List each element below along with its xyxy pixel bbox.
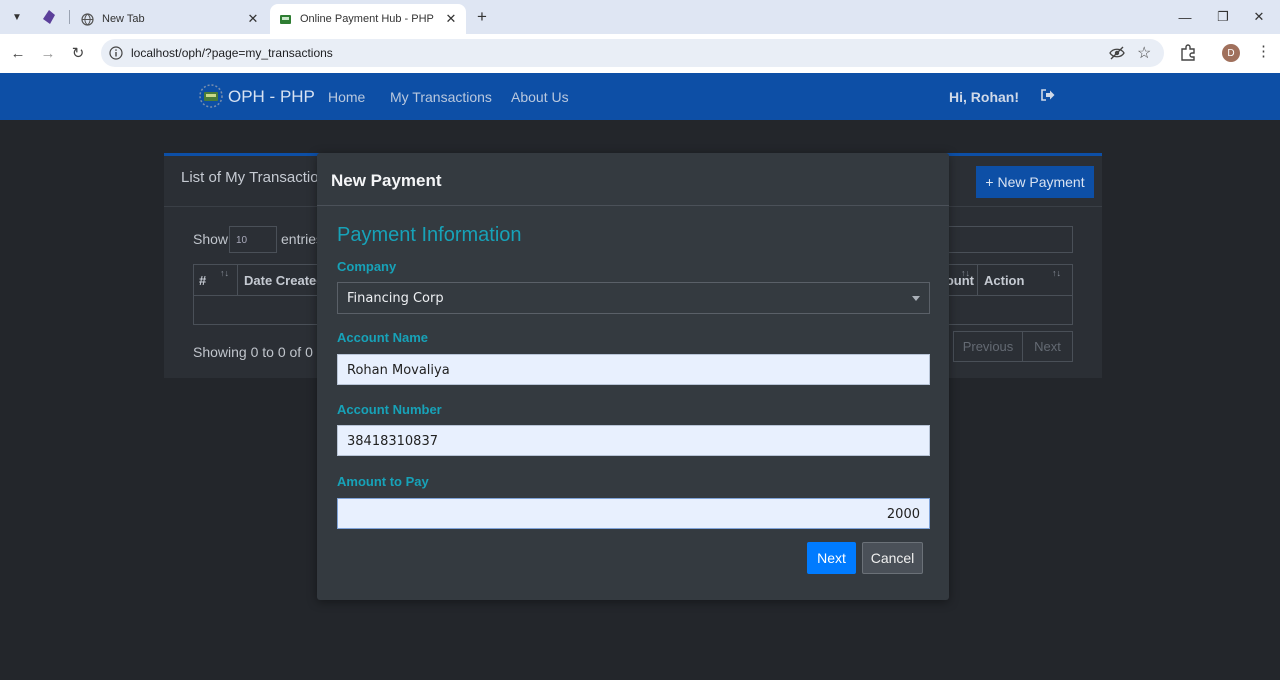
payment-information-heading: Payment Information bbox=[337, 224, 522, 246]
new-payment-modal: New Payment Payment Information Company … bbox=[317, 153, 949, 600]
tab-online-payment-hub[interactable]: Online Payment Hub - PHP ✕ bbox=[270, 4, 466, 34]
new-payment-button[interactable]: + New Payment bbox=[976, 166, 1094, 198]
card-title: List of My Transactions bbox=[181, 169, 335, 186]
table-search-input[interactable] bbox=[946, 226, 1073, 253]
column-header-action[interactable]: Action bbox=[984, 273, 1024, 288]
nav-link-about-us[interactable]: About Us bbox=[511, 89, 569, 105]
account-name-input[interactable]: Rohan Movaliya bbox=[337, 354, 930, 385]
tab-new-tab[interactable]: New Tab ✕ bbox=[72, 4, 268, 34]
new-tab-plus-icon[interactable]: + bbox=[472, 7, 492, 27]
column-header-date-created[interactable]: Date Created bbox=[244, 273, 324, 288]
amount-to-pay-input[interactable]: 2000 bbox=[337, 498, 930, 529]
bookmark-star-icon[interactable]: ☆ bbox=[1137, 43, 1151, 63]
app-navbar: OPH - PHP Home My Transactions About Us … bbox=[0, 73, 1280, 120]
extension-tab-icon[interactable] bbox=[40, 8, 58, 26]
pagination-next[interactable]: Next bbox=[1023, 332, 1072, 361]
cancel-button[interactable]: Cancel bbox=[862, 542, 923, 574]
browser-menu-icon[interactable]: ⋮ bbox=[1256, 42, 1271, 60]
account-number-input[interactable]: 38418310837 bbox=[337, 425, 930, 456]
nav-link-my-transactions[interactable]: My Transactions bbox=[390, 89, 492, 105]
pagination: Previous Next bbox=[953, 331, 1073, 362]
amount-to-pay-label: Amount to Pay bbox=[337, 474, 429, 489]
forward-arrow-icon[interactable]: → bbox=[37, 42, 59, 64]
sort-icon[interactable]: ↑↓ bbox=[220, 268, 229, 278]
user-greeting: Hi, Rohan! bbox=[949, 89, 1019, 105]
profile-avatar[interactable]: D bbox=[1222, 44, 1240, 62]
extensions-puzzle-icon[interactable] bbox=[1179, 44, 1197, 62]
pagination-previous[interactable]: Previous bbox=[954, 332, 1023, 361]
browser-toolbar: ← → ↻ localhost/oph/?page=my_transaction… bbox=[0, 34, 1280, 73]
sort-icon[interactable]: ↑↓ bbox=[961, 268, 970, 278]
nav-link-home[interactable]: Home bbox=[328, 89, 365, 105]
company-label: Company bbox=[337, 259, 397, 274]
browser-tab-strip: ▼ New Tab ✕ Online Payment Hub - PHP ✕ +… bbox=[0, 0, 1280, 34]
close-window-icon[interactable]: ✕ bbox=[1240, 0, 1278, 34]
restore-icon[interactable]: ❐ bbox=[1204, 0, 1242, 34]
close-tab-icon[interactable]: ✕ bbox=[442, 10, 460, 28]
brand-logo-icon bbox=[198, 83, 224, 109]
account-number-label: Account Number bbox=[337, 402, 442, 417]
url-text[interactable]: localhost/oph/?page=my_transactions bbox=[131, 46, 333, 60]
modal-title: New Payment bbox=[331, 171, 442, 190]
site-favicon-icon bbox=[278, 12, 292, 26]
tab-title: New Tab bbox=[102, 13, 145, 25]
eye-slash-icon[interactable] bbox=[1109, 45, 1125, 61]
globe-icon bbox=[80, 12, 94, 26]
logout-icon[interactable] bbox=[1040, 87, 1056, 103]
tab-search-chevron-icon[interactable]: ▼ bbox=[6, 7, 28, 27]
modal-header-divider bbox=[317, 205, 949, 206]
minimize-icon[interactable]: — bbox=[1166, 0, 1204, 34]
show-label: Show bbox=[193, 231, 229, 247]
chevron-down-icon bbox=[912, 296, 920, 301]
back-arrow-icon[interactable]: ← bbox=[7, 42, 29, 64]
column-header-number[interactable]: # bbox=[199, 273, 206, 288]
brand-name[interactable]: OPH - PHP bbox=[228, 87, 315, 107]
tab-title: Online Payment Hub - PHP bbox=[300, 13, 434, 25]
company-selected-value: Financing Corp bbox=[347, 291, 444, 306]
close-tab-icon[interactable]: ✕ bbox=[244, 10, 262, 28]
reload-icon[interactable]: ↻ bbox=[67, 42, 89, 64]
tab-separator bbox=[69, 10, 70, 24]
column-divider bbox=[237, 265, 238, 295]
next-button[interactable]: Next bbox=[807, 542, 856, 574]
company-select[interactable]: Financing Corp bbox=[337, 282, 930, 314]
account-name-label: Account Name bbox=[337, 330, 429, 345]
entries-per-page-select[interactable]: 10 bbox=[229, 226, 277, 253]
site-info-icon[interactable] bbox=[108, 45, 124, 61]
column-divider bbox=[977, 265, 978, 295]
address-bar[interactable]: localhost/oph/?page=my_transactions ☆ bbox=[101, 39, 1164, 67]
sort-icon[interactable]: ↑↓ bbox=[1052, 268, 1061, 278]
